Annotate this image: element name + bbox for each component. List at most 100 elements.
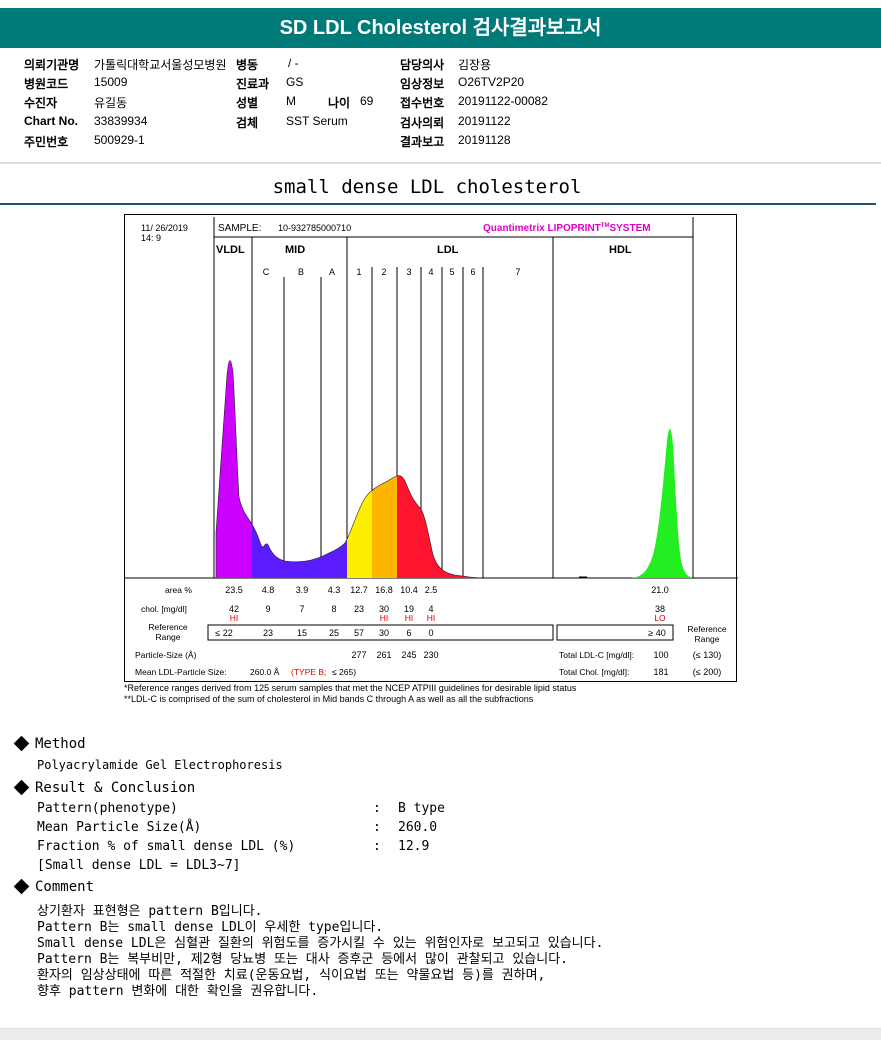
report-date: 11/ 26/2019 [141, 223, 188, 233]
result-label-fraction: Fraction % of small dense LDL (%) [37, 839, 296, 854]
ref-ldl3: 6 [406, 628, 411, 638]
result-title: Result & Conclusion [35, 780, 196, 796]
band-label-7: 7 [515, 267, 520, 277]
lipoprint-report: 11/ 26/2019 14: 9 SAMPLE: 10-93278500071… [124, 214, 738, 682]
chol-a: 8 [331, 604, 336, 614]
brand-name: Quantimetrix LIPOPRINTTMSYSTEM [483, 223, 651, 234]
dept-value: GS [286, 75, 304, 89]
band-group-ldl: LDL [437, 244, 459, 256]
section-underline [0, 203, 876, 205]
particle-ldl4: 230 [423, 650, 438, 660]
brand-tm: TM [601, 223, 610, 229]
footnote-line-1: *Reference ranges derived from 125 serum… [124, 683, 577, 693]
section-title: small dense LDL cholesterol [272, 176, 582, 198]
ref-hdl: ≥ 40 [648, 628, 665, 638]
diamond-bullet-icon [13, 735, 30, 752]
bottom-bar [0, 1028, 881, 1040]
result-sep-mean-size: : [373, 820, 381, 835]
flag-ldl4: HI [427, 613, 436, 623]
ref-ldl4: 0 [428, 628, 433, 638]
band-label-2: 2 [381, 267, 386, 277]
result-note: [Small dense LDL = LDL3~7] [37, 858, 241, 873]
flag-vldl: HI [230, 613, 239, 623]
ref-ldl1: 57 [354, 628, 364, 638]
mean-size-value: 260.0 Å [250, 667, 280, 677]
receipt-value: 20191122-00082 [458, 94, 548, 108]
hospital-code-value: 15009 [94, 75, 128, 89]
rrn-label: 주민번호 [24, 135, 69, 149]
receipt-label: 접수번호 [400, 96, 445, 110]
chol-b: 7 [299, 604, 304, 614]
band-group-vldl: VLDL [216, 244, 245, 256]
band-label-5: 5 [449, 267, 454, 277]
diamond-bullet-icon [13, 779, 30, 796]
sex-value: M [286, 94, 296, 108]
ref-a: 25 [329, 628, 339, 638]
ref-ldl2: 30 [379, 628, 389, 638]
result-heading: Result & Conclusion [13, 779, 196, 796]
band-label-c: C [263, 267, 270, 277]
diamond-bullet-icon [13, 878, 30, 895]
clinical-info-label: 임상정보 [400, 77, 445, 91]
method-text: Polyacrylamide Gel Electrophoresis [37, 758, 283, 772]
total-ldl-label: Total LDL-C [mg/dl]: [559, 650, 634, 660]
area-hdl: 21.0 [651, 585, 669, 595]
report-time: 14: 9 [141, 233, 161, 243]
result-value-pattern: B type [398, 801, 445, 816]
hospital-code-label: 병원코드 [24, 77, 69, 91]
sample-value: 10-932785000710 [278, 223, 351, 233]
results-table: area % 23.5 4.8 3.9 4.3 12.7 16.8 10.4 2… [135, 585, 727, 677]
band-label-a: A [329, 267, 335, 277]
area-ldl2: 16.8 [375, 585, 393, 595]
ref-right-label-1: Reference [687, 624, 726, 634]
comment-heading: Comment [13, 878, 94, 895]
band-label-b: B [298, 267, 304, 277]
brand-name-text: Quantimetrix LIPOPRINT [483, 223, 601, 234]
band-group-mid: MID [285, 244, 305, 256]
ref-c: 23 [263, 628, 273, 638]
report-date-value: 20191128 [458, 133, 511, 147]
dept-label: 진료과 [236, 77, 270, 91]
band-label-1: 1 [356, 267, 361, 277]
clinical-info-value: O26TV2P20 [458, 75, 525, 89]
total-ldl-value: 100 [653, 650, 668, 660]
specimen-label: 검체 [236, 116, 259, 130]
area-a: 4.3 [328, 585, 341, 595]
band-label-3: 3 [406, 267, 411, 277]
mean-type: (TYPE B; [291, 667, 326, 677]
area-ldl1: 12.7 [350, 585, 368, 595]
age-value: 69 [360, 94, 374, 108]
area-c: 4.8 [262, 585, 275, 595]
institution-value: 가톨릭대학교서울성모병원 [94, 58, 227, 72]
flag-ldl3: HI [405, 613, 414, 623]
method-title: Method [35, 736, 86, 752]
flag-hdl: LO [654, 613, 666, 623]
particle-ldl2: 261 [376, 650, 391, 660]
result-value-mean-size: 260.0 [398, 820, 438, 835]
band-label-4: 4 [428, 267, 433, 277]
rrn-value: 500929-1 [94, 133, 145, 147]
ref-label-2: Range [155, 632, 180, 642]
ref-vldl: ≤ 22 [215, 628, 232, 638]
footnote: *Reference ranges derived from 125 serum… [124, 683, 576, 705]
area-ldl4: 2.5 [425, 585, 438, 595]
particle-size-label: Particle-Size (Å) [135, 650, 197, 660]
chol-label: chol. [mg/dl] [141, 604, 187, 614]
ward-label: 병동 [236, 58, 259, 72]
total-chol-ref: (≤ 200) [693, 667, 721, 677]
sample-label: SAMPLE: [218, 223, 261, 234]
brand-suffix: SYSTEM [609, 223, 650, 234]
ref-right-label-2: Range [694, 634, 719, 644]
doctor-label: 담당의사 [400, 58, 445, 72]
chol-ldl1: 23 [354, 604, 364, 614]
particle-ldl3: 245 [401, 650, 416, 660]
total-ldl-ref: (≤ 130) [693, 650, 721, 660]
result-sep-pattern: : [373, 801, 381, 816]
mean-size-label: Mean LDL-Particle Size: [135, 667, 227, 677]
result-sep-fraction: : [373, 839, 381, 854]
particle-ldl1: 277 [351, 650, 366, 660]
ward-value: / - [288, 56, 299, 70]
result-label-pattern: Pattern(phenotype) [37, 801, 178, 816]
doctor-value: 김장용 [458, 58, 492, 72]
band-group-hdl: HDL [609, 244, 632, 256]
